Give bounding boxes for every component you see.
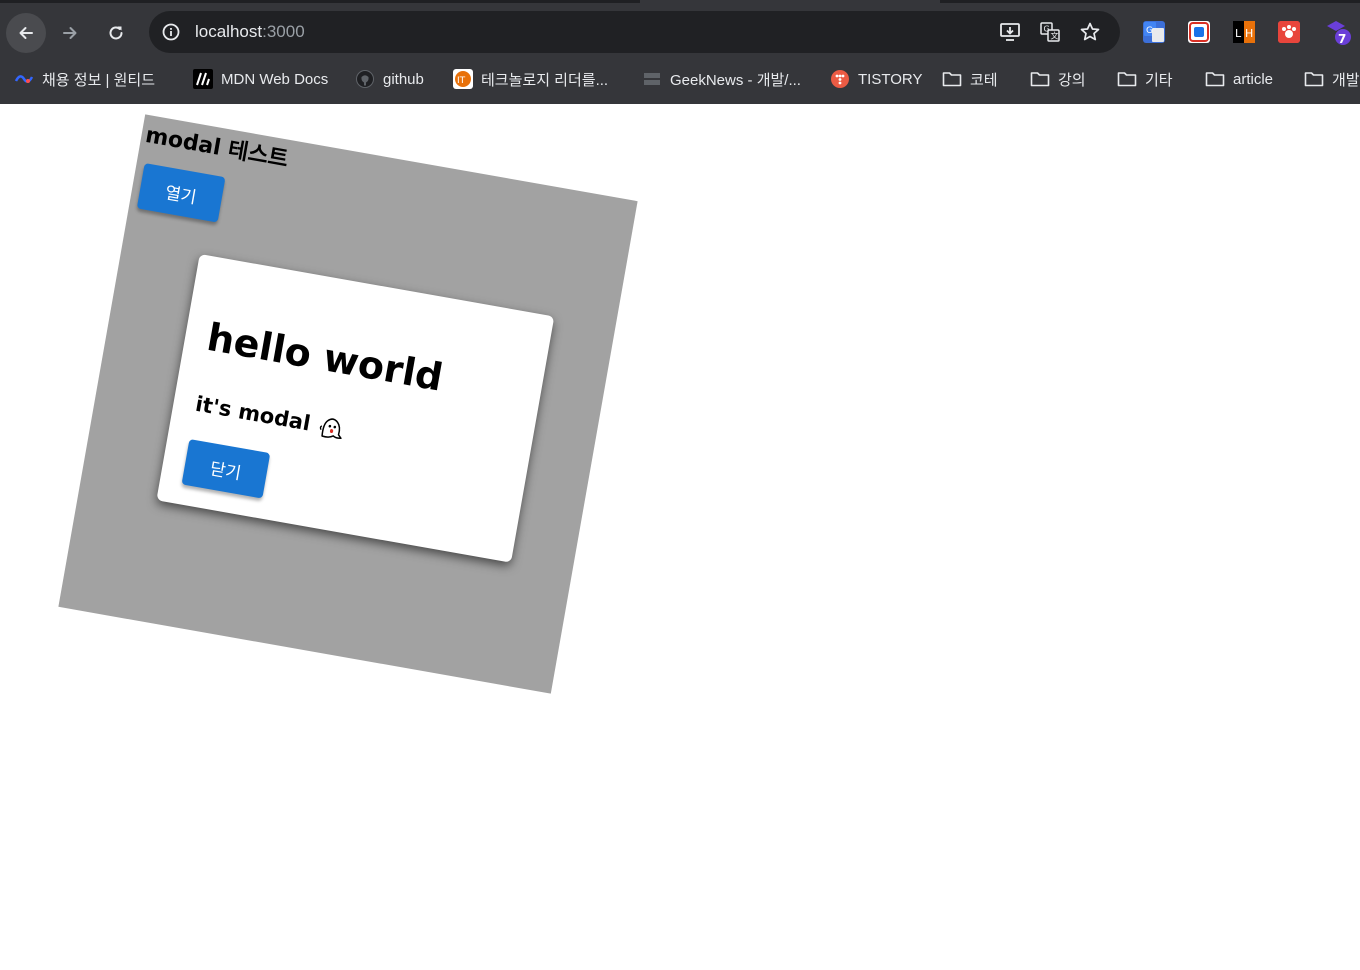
bookmark-label: 채용 정보 | 원티드: [42, 71, 155, 89]
tab-strip-edge: [0, 0, 640, 3]
modal-dialog: hello world it's modal 닫기: [156, 253, 555, 563]
bookmark-tech-leader[interactable]: IT 테크놀로지 리더를...: [453, 68, 608, 90]
open-modal-button[interactable]: 열기: [136, 163, 226, 223]
bookmark-github[interactable]: github: [355, 68, 424, 90]
bookmark-folder-dev[interactable]: 개발: [1304, 68, 1360, 90]
wanted-logo-icon: [14, 69, 34, 89]
page-content: modal 테스트 열기 hello world it's modal 닫기: [0, 104, 1360, 970]
bookmark-folder-cote[interactable]: 코테: [942, 68, 998, 90]
bookmark-label: github: [383, 70, 424, 88]
url-text[interactable]: localhost:3000: [195, 22, 305, 42]
todo-extension-icon[interactable]: [1188, 21, 1210, 43]
bookmark-tistory[interactable]: TISTORY: [830, 68, 922, 90]
site-info-icon[interactable]: [161, 22, 181, 46]
modal-title: hello world: [203, 314, 447, 400]
page-title: modal 테스트: [143, 122, 291, 173]
forward-button[interactable]: [50, 13, 90, 53]
address-bar[interactable]: localhost:3000 G 文: [149, 11, 1120, 53]
paw-extension-icon[interactable]: [1278, 21, 1300, 43]
bookmark-wanted[interactable]: 채용 정보 | 원티드: [14, 68, 155, 90]
svg-text:G: G: [1146, 26, 1153, 36]
folder-icon: [942, 69, 962, 89]
svg-text:文: 文: [1051, 31, 1059, 41]
svg-text:L: L: [1235, 27, 1242, 40]
github-logo-icon: [355, 69, 375, 89]
folder-icon: [1030, 69, 1050, 89]
translate-icon[interactable]: G 文: [1039, 21, 1061, 43]
geeknews-logo-icon: [642, 69, 662, 89]
back-button[interactable]: [6, 13, 46, 53]
bookmark-label: MDN Web Docs: [221, 70, 329, 88]
arrow-left-icon: [19, 27, 33, 39]
bookmarks-bar: 채용 정보 | 원티드 MDN Web Docs github IT 테크놀로지…: [0, 64, 1360, 94]
tistory-logo-icon: [830, 69, 850, 89]
install-app-icon[interactable]: [999, 21, 1021, 43]
it-logo-icon: IT: [453, 69, 473, 89]
extension-badge-count: 7: [1338, 32, 1347, 46]
bookmark-star-icon[interactable]: [1079, 21, 1101, 43]
folder-icon: [1205, 69, 1225, 89]
rotated-container: modal 테스트 열기 hello world it's modal 닫기: [58, 114, 638, 694]
bookmark-label: GeekNews - 개발/...: [670, 71, 801, 89]
folder-icon: [1117, 69, 1137, 89]
bookmark-label: 개발: [1332, 71, 1360, 89]
mdn-logo-icon: [193, 69, 213, 89]
bookmark-label: 테크놀로지 리더를...: [481, 71, 609, 89]
browser-chrome: localhost:3000 G 文 G L H 7 채용 정보 | 원티드 M…: [0, 0, 1360, 104]
bookmark-geeknews[interactable]: GeekNews - 개발/...: [642, 68, 801, 90]
url-host: localhost: [195, 22, 263, 41]
folder-icon: [1304, 69, 1324, 89]
ghost-emoji-icon: [319, 418, 342, 440]
svg-text:H: H: [1245, 27, 1253, 40]
modal-subtitle: it's modal: [193, 390, 348, 444]
bookmark-label: 코테: [970, 71, 998, 89]
extension-badge-icon[interactable]: 7: [1324, 21, 1354, 46]
bookmark-label: TISTORY: [858, 70, 923, 88]
arrow-right-icon: [63, 27, 77, 39]
url-port: :3000: [262, 22, 305, 41]
bookmark-folder-etc[interactable]: 기타: [1117, 68, 1173, 90]
reload-button[interactable]: [96, 13, 136, 53]
bookmark-label: 기타: [1145, 71, 1173, 89]
svg-text:G: G: [1044, 25, 1050, 34]
close-modal-button[interactable]: 닫기: [181, 439, 271, 499]
bookmark-mdn[interactable]: MDN Web Docs: [193, 68, 328, 90]
lighthouse-extension-icon[interactable]: L H: [1233, 21, 1255, 43]
google-translate-extension-icon[interactable]: G: [1143, 21, 1165, 43]
modal-subtitle-text: it's modal: [193, 391, 313, 436]
reload-icon: [109, 26, 123, 40]
bookmark-folder-lecture[interactable]: 강의: [1030, 68, 1086, 90]
svg-text:IT: IT: [457, 76, 466, 86]
browser-toolbar: localhost:3000 G 文 G L H 7: [0, 10, 1360, 56]
tab-strip-edge: [940, 0, 1360, 3]
bookmark-folder-article[interactable]: article: [1205, 68, 1273, 90]
bookmark-label: article: [1233, 70, 1274, 88]
bookmark-label: 강의: [1058, 71, 1086, 89]
